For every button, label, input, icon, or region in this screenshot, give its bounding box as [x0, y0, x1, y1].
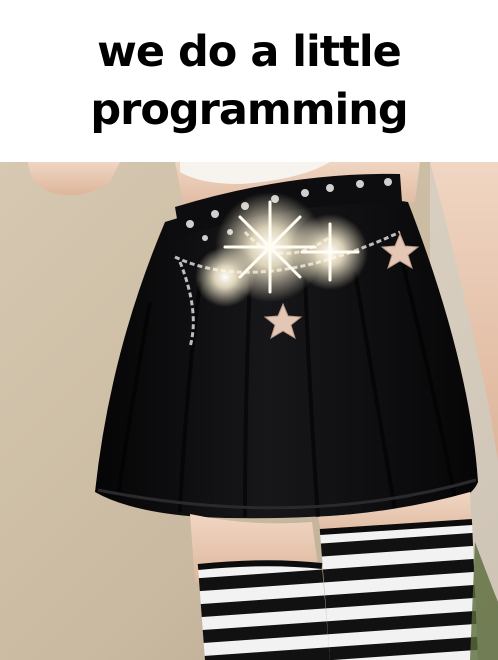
striped-stocking-left [198, 563, 330, 660]
caption-line-2: programming [90, 85, 408, 135]
photo-image [0, 162, 498, 660]
caption-line-1: we do a little [97, 27, 402, 77]
skirt-photo-illustration [0, 162, 498, 660]
caption-area: we do a little programming [0, 0, 498, 162]
meme-container: we do a little programming [0, 0, 498, 660]
striped-stocking-right [320, 522, 478, 660]
